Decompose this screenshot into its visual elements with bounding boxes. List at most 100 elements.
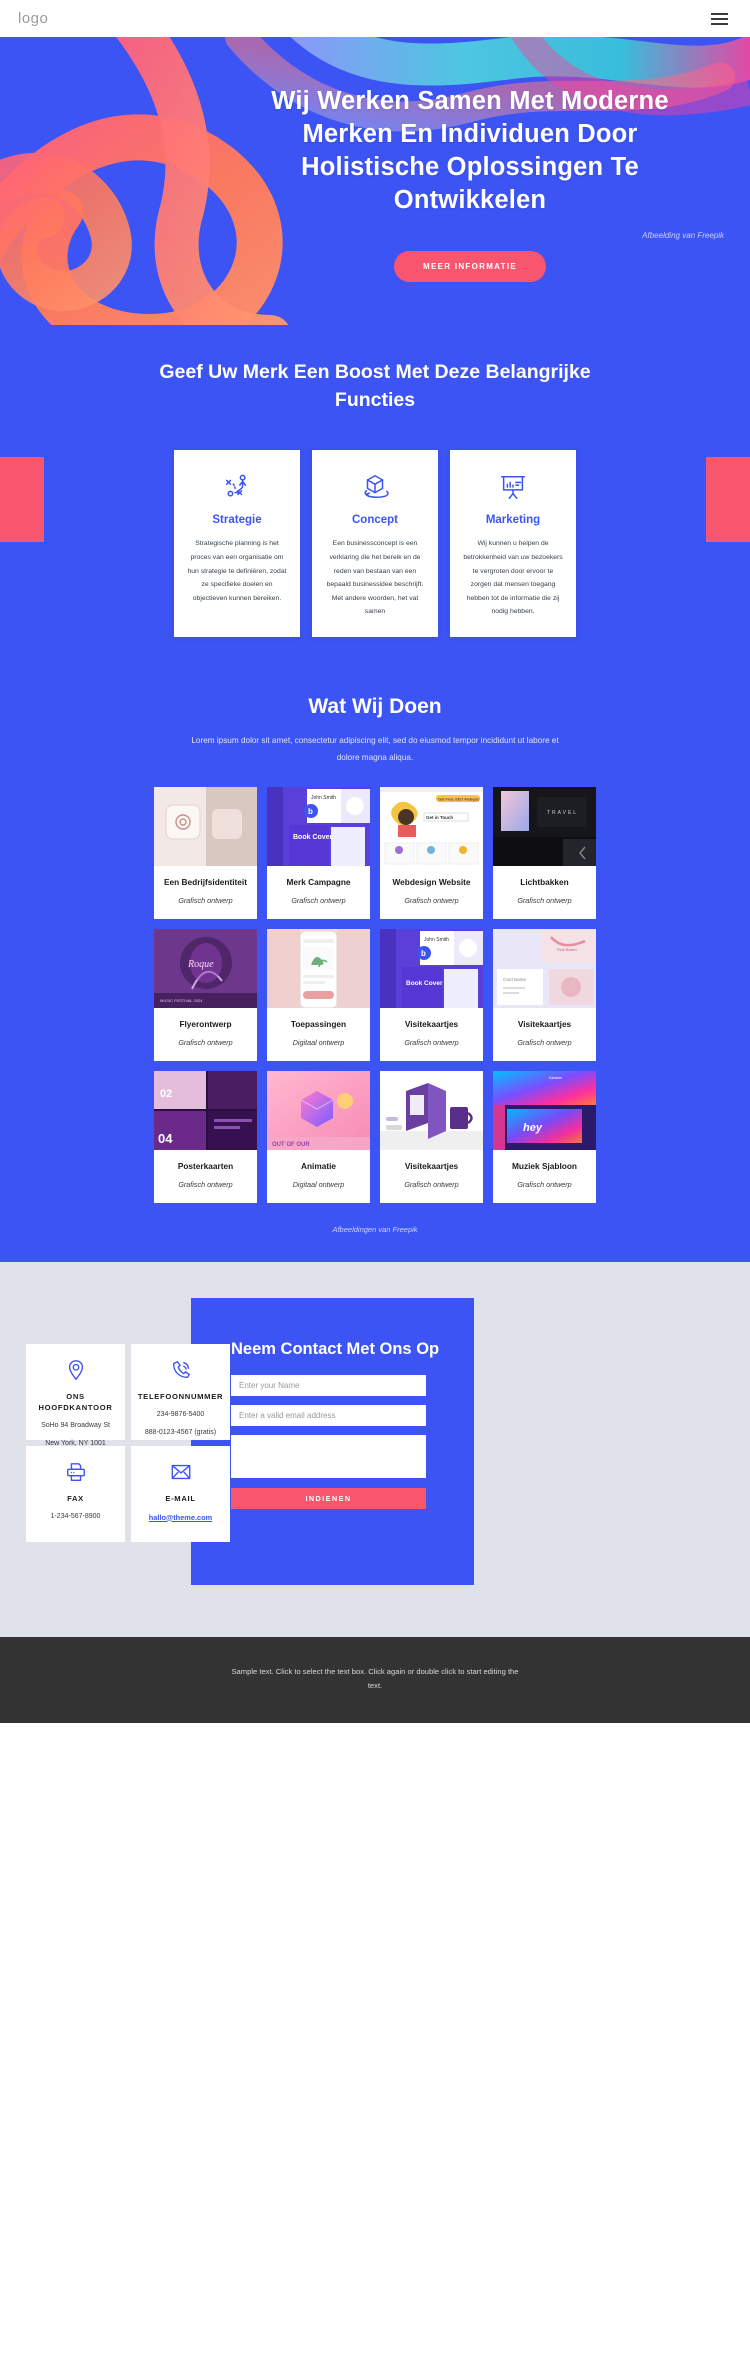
svg-text:John Smith: John Smith bbox=[311, 795, 336, 801]
more-information-button[interactable]: MEER INFORMATIE bbox=[394, 250, 546, 282]
portfolio-item-category: Grafisch ontwerp bbox=[178, 895, 233, 905]
portfolio-item-title: Flyerontwerp bbox=[179, 1018, 232, 1029]
portfolio-item-category: Digitaal ontwerp bbox=[292, 1179, 345, 1189]
seo-landing-page-thumb: Get Free SEO Analysis Get in Touch bbox=[380, 786, 483, 866]
submit-button[interactable]: INDIENEN bbox=[231, 1487, 426, 1509]
page-root: logo Wij Werken Samen Met Moderne Merken… bbox=[0, 0, 750, 1723]
email-link[interactable]: hallo@theme.com bbox=[149, 1513, 212, 1522]
poster-cards-thumb: 02 04 bbox=[154, 1070, 257, 1150]
portfolio-item-title: Visitekaartjes bbox=[517, 1018, 572, 1029]
feature-name: Marketing bbox=[485, 514, 541, 527]
svg-text:Get in Touch: Get in Touch bbox=[426, 815, 453, 820]
svg-text:04: 04 bbox=[158, 1131, 173, 1146]
hamburger-menu-icon[interactable] bbox=[707, 9, 732, 29]
feature-name: Strategie bbox=[212, 514, 262, 527]
portfolio-item-category: Grafisch ontwerp bbox=[404, 1179, 459, 1189]
hero-image-credit: Afbeelding van Freepik bbox=[642, 230, 724, 240]
phone-call-icon bbox=[137, 1357, 224, 1383]
portfolio-item-title: Visitekaartjes bbox=[404, 1160, 459, 1171]
svg-text:Roque: Roque bbox=[187, 959, 214, 970]
portfolio-grid: Een Bedrijfsidentiteit Grafisch ontwerp … bbox=[0, 786, 750, 1203]
contact-card-fax: FAX 1-234-567-8900 bbox=[26, 1445, 125, 1542]
svg-text:TRAVEL: TRAVEL bbox=[547, 810, 578, 816]
contact-card-line1: 234-9876-5400 bbox=[156, 1410, 205, 1418]
portfolio-item-category: Grafisch ontwerp bbox=[404, 1037, 459, 1047]
portfolio-item[interactable]: John Smith b Book Cover Visitekaartjes G… bbox=[380, 928, 483, 1061]
music-gradient-thumb: Karaoke hey bbox=[493, 1070, 596, 1150]
portfolio-item-category: Grafisch ontwerp bbox=[291, 895, 346, 905]
contact-card-title: ONS HOOFDKANTOOR bbox=[38, 1391, 113, 1412]
contact-card-line1: 1-234-567-8900 bbox=[50, 1512, 101, 1520]
portfolio-item-title: Webdesign Website bbox=[392, 876, 471, 887]
message-textarea[interactable] bbox=[231, 1434, 426, 1478]
contact-card-hoofdkantoor: ONS HOOFDKANTOOR SoHo 94 Broadway St New… bbox=[26, 1343, 125, 1447]
pink-card-set-thumb: Pink Brand Card Name bbox=[493, 928, 596, 1008]
location-pin-icon bbox=[32, 1357, 119, 1383]
portfolio-item-category: Grafisch ontwerp bbox=[517, 1179, 572, 1189]
contact-title: Neem Contact Met Ons Op bbox=[231, 1339, 440, 1358]
portfolio-item[interactable]: Karaoke hey Muziek Sjabloon Grafisch ont… bbox=[493, 1070, 596, 1203]
contact-form-panel: Neem Contact Met Ons Op INDIENEN bbox=[191, 1297, 474, 1585]
feature-name: Concept bbox=[352, 514, 398, 527]
portfolio-item-title: Merk Campagne bbox=[286, 876, 351, 887]
strategy-icon bbox=[187, 470, 287, 504]
site-header: logo bbox=[0, 0, 750, 37]
portfolio-title: Wat Wij Doen bbox=[308, 694, 442, 718]
feature-card-row: Strategie Strategische planning is het p… bbox=[0, 450, 750, 637]
portfolio-item-title: Visitekaartjes bbox=[404, 1018, 459, 1029]
portfolio-item-title: Lichtbakken bbox=[520, 876, 569, 887]
portfolio-item[interactable]: OUT OF OUR Animatie Digitaal ontwerp bbox=[267, 1070, 370, 1203]
mobile-app-mockup-thumb bbox=[267, 928, 370, 1008]
portfolio-item-title: Posterkaarten bbox=[177, 1160, 234, 1171]
svg-text:Book Cover: Book Cover bbox=[406, 980, 443, 987]
portfolio-item-category: Grafisch ontwerp bbox=[178, 1037, 233, 1047]
svg-text:Pink Brand: Pink Brand bbox=[557, 947, 577, 952]
marketing-presentation-icon bbox=[463, 470, 563, 504]
feature-card-strategie[interactable]: Strategie Strategische planning is het p… bbox=[174, 450, 300, 637]
portfolio-item-title: Animatie bbox=[300, 1160, 337, 1171]
feature-description: Wij kunnen u helpen de betrokkenheid van… bbox=[463, 540, 563, 616]
svg-text:MUSIC FESTIVAL 2024: MUSIC FESTIVAL 2024 bbox=[160, 998, 203, 1003]
purple-flyer-thumb: Roque MUSIC FESTIVAL 2024 bbox=[154, 928, 257, 1008]
portfolio-image-credit: Afbeeldingen van Freepik bbox=[332, 1224, 418, 1234]
portfolio-item[interactable]: Roque MUSIC FESTIVAL 2024 Flyerontwerp G… bbox=[154, 928, 257, 1061]
portfolio-item[interactable]: Een Bedrijfsidentiteit Grafisch ontwerp bbox=[154, 786, 257, 919]
svg-text:Karaoke: Karaoke bbox=[549, 1076, 562, 1080]
desk-calendar-mug-thumb bbox=[380, 1070, 483, 1150]
portfolio-item[interactable]: 02 04 Posterkaarten Grafisch ontwerp bbox=[154, 1070, 257, 1203]
portfolio-item-category: Grafisch ontwerp bbox=[517, 1037, 572, 1047]
concept-cube-icon bbox=[325, 470, 425, 504]
feature-card-concept[interactable]: Concept Een businessconcept is een verkl… bbox=[312, 450, 438, 637]
contact-card-title: FAX bbox=[67, 1493, 84, 1503]
svg-text:b: b bbox=[421, 949, 426, 958]
email-input[interactable] bbox=[231, 1404, 426, 1426]
hero-title: Wij Werken Samen Met Moderne Merken En I… bbox=[271, 87, 669, 215]
portfolio-item[interactable]: Toepassingen Digitaal ontwerp bbox=[267, 928, 370, 1061]
footer-sample-text: Sample text. Click to select the text bo… bbox=[231, 1666, 519, 1690]
portfolio-item-title: Een Bedrijfsidentiteit bbox=[164, 876, 247, 887]
portfolio-item[interactable]: Visitekaartjes Grafisch ontwerp bbox=[380, 1070, 483, 1203]
features-section: Geef Uw Merk Een Boost Met Deze Belangri… bbox=[0, 325, 750, 685]
contact-section: Neem Contact Met Ons Op INDIENEN ONS HOO… bbox=[0, 1261, 750, 1637]
contact-card-line1: SoHo 94 Broadway St bbox=[41, 1421, 110, 1429]
portfolio-item-category: Digitaal ontwerp bbox=[292, 1037, 345, 1047]
site-footer: Sample text. Click to select the text bo… bbox=[0, 1636, 750, 1723]
contact-card-line2: 888-0123-4567 (gratis) bbox=[144, 1428, 217, 1436]
site-logo[interactable]: logo bbox=[18, 10, 48, 27]
svg-text:John Smith: John Smith bbox=[424, 937, 449, 943]
portfolio-item[interactable]: John Smith Book Cover b Merk Campagne Gr… bbox=[267, 786, 370, 919]
name-input[interactable] bbox=[231, 1374, 426, 1396]
lightbox-dark-thumb: TRAVEL bbox=[493, 786, 596, 866]
envelope-mail-icon bbox=[137, 1459, 224, 1485]
portfolio-item[interactable]: TRAVEL Lichtbakken Grafisch ontwerp bbox=[493, 786, 596, 919]
portfolio-item-title: Toepassingen bbox=[290, 1018, 347, 1029]
portfolio-item-category: Grafisch ontwerp bbox=[178, 1179, 233, 1189]
svg-text:Card Name: Card Name bbox=[503, 977, 527, 982]
contact-card-telefoonnummer: TELEFOONNUMMER 234-9876-5400 888-0123-45… bbox=[131, 1343, 230, 1440]
marble-branding-thumb bbox=[154, 786, 257, 866]
fax-printer-icon bbox=[32, 1459, 119, 1485]
feature-card-marketing[interactable]: Marketing Wij kunnen u helpen de betrokk… bbox=[450, 450, 576, 637]
portfolio-item[interactable]: Get Free SEO Analysis Get in Touch Webde… bbox=[380, 786, 483, 919]
portfolio-item[interactable]: Pink Brand Card Name Visitekaartjes Graf… bbox=[493, 928, 596, 1061]
svg-text:hey: hey bbox=[523, 1122, 543, 1134]
